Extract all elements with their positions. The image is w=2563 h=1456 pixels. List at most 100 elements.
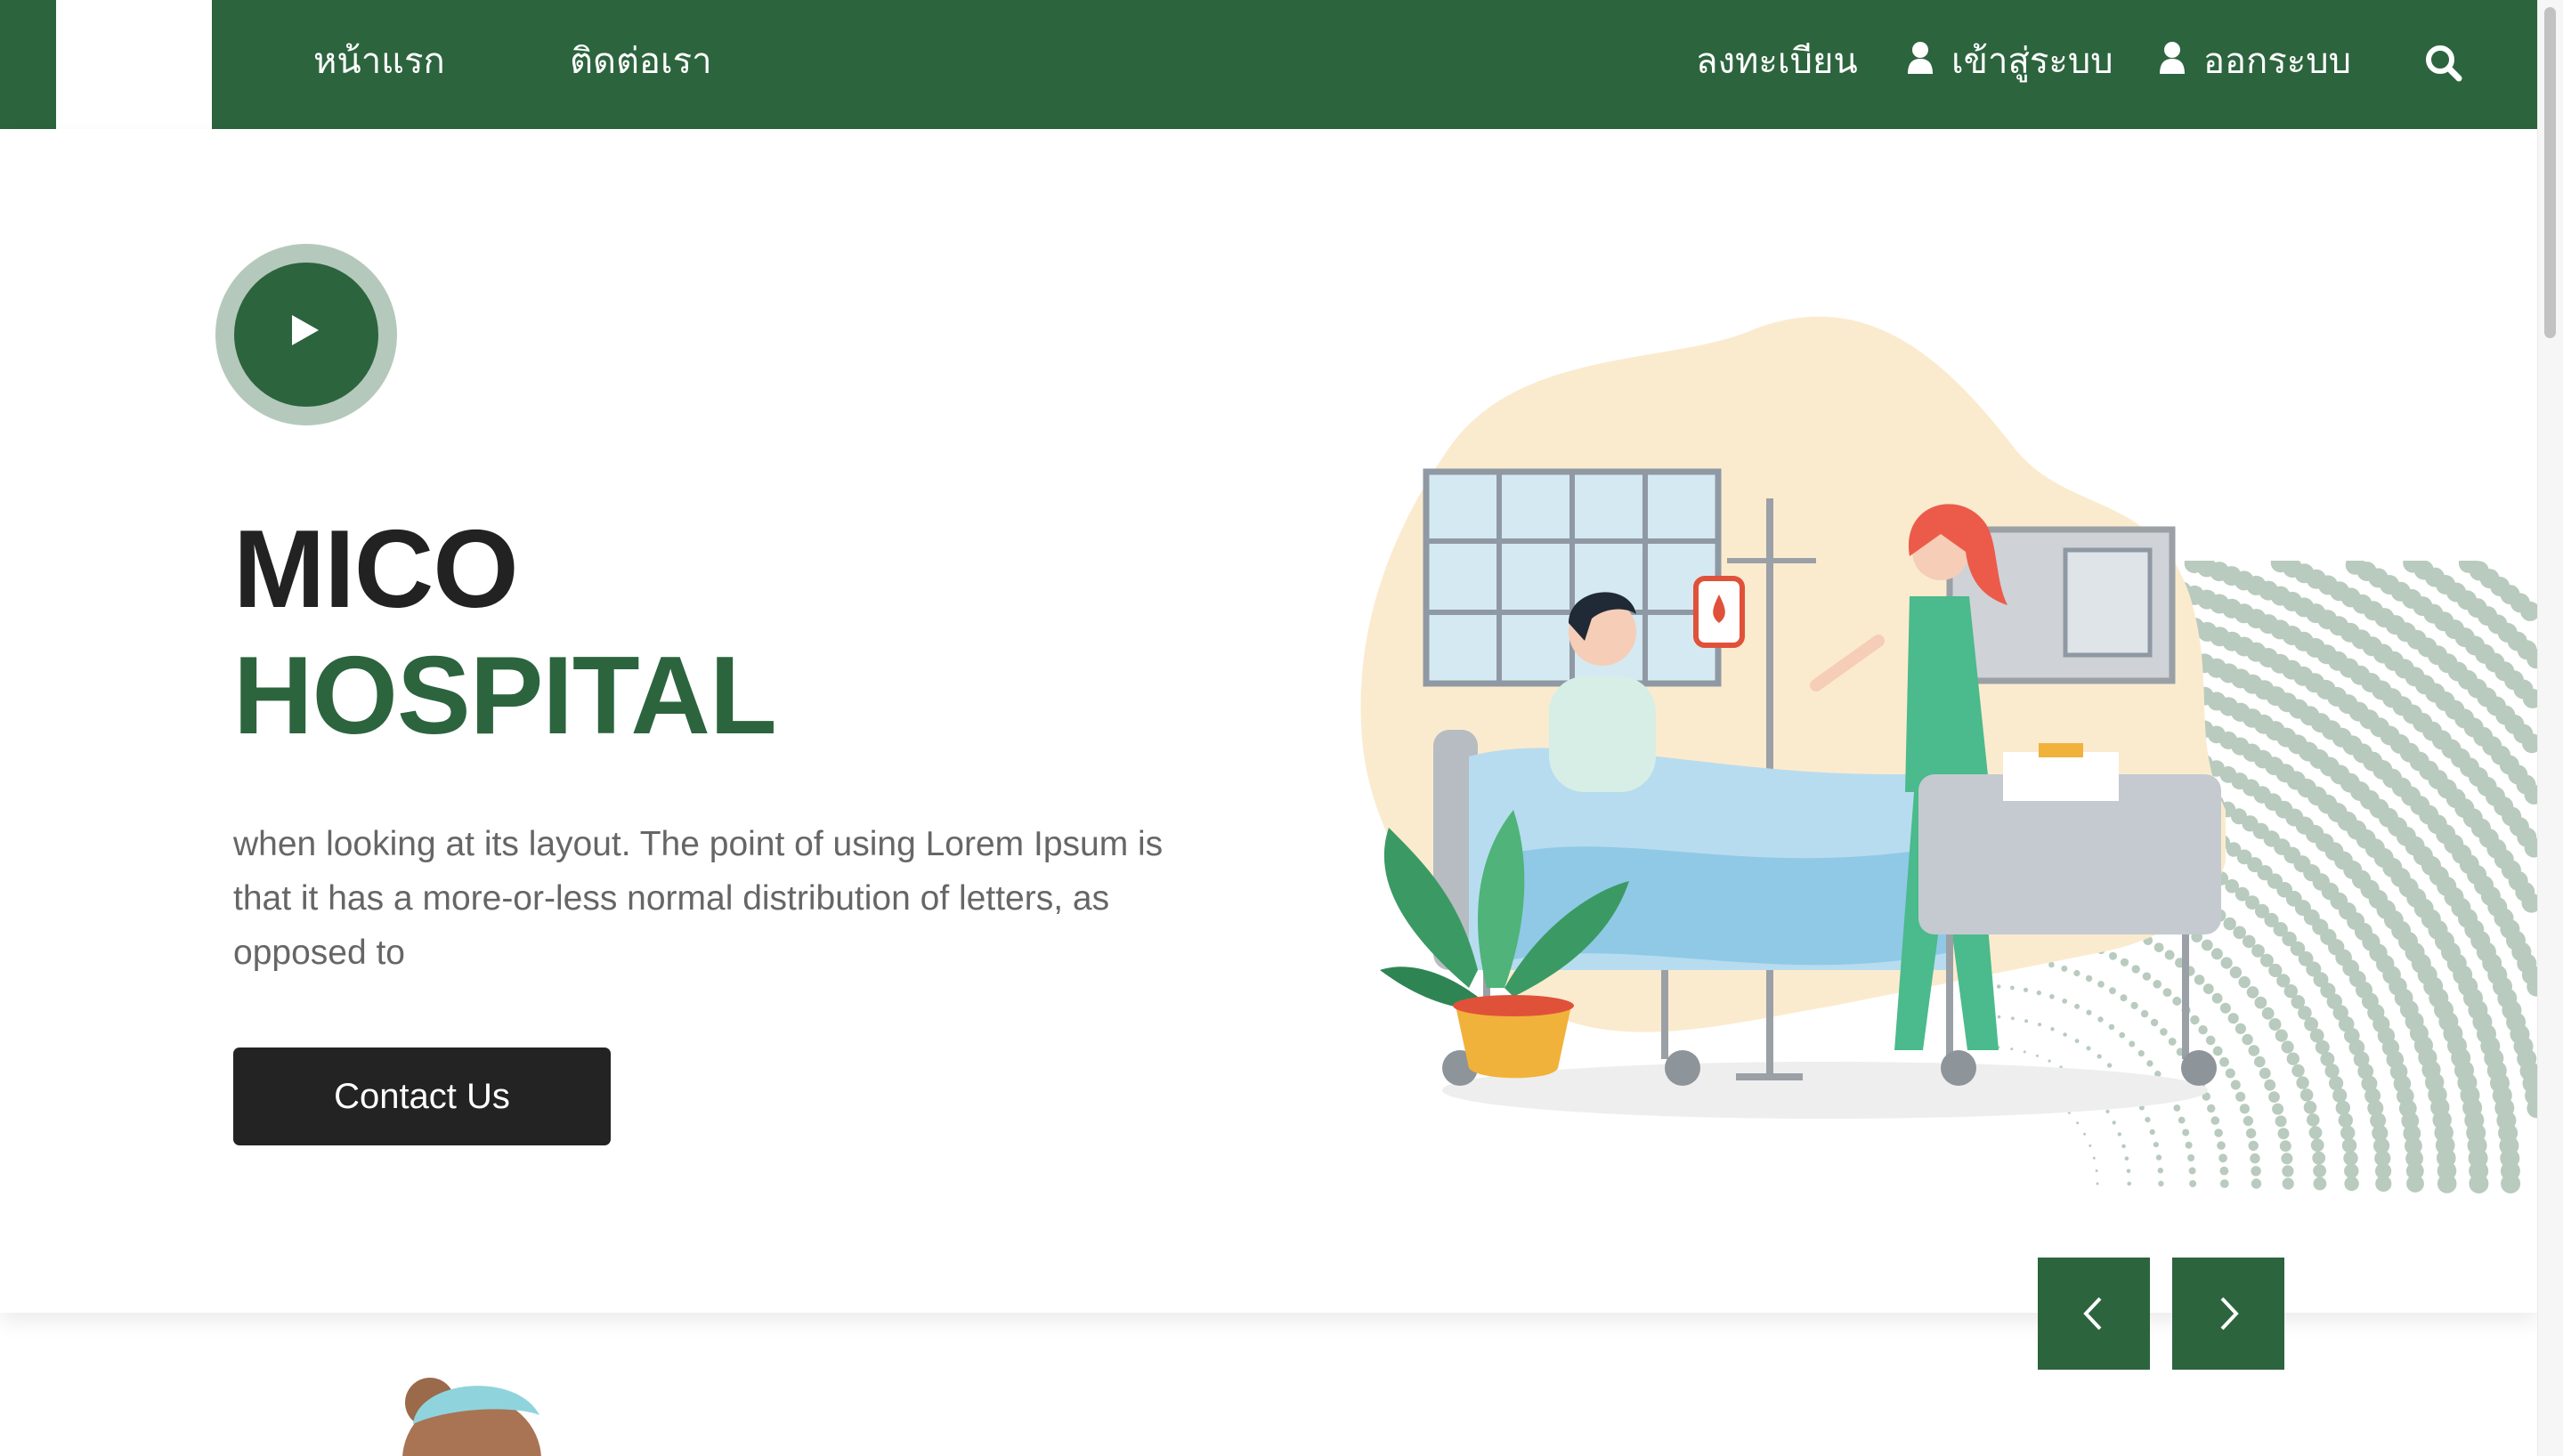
halftone-dot: [2124, 1156, 2129, 1161]
contact-us-button[interactable]: Contact Us: [233, 1048, 611, 1145]
chevron-right-icon: [2220, 1297, 2239, 1331]
chevron-left-icon: [2083, 1297, 2102, 1331]
halftone-dot: [2243, 1115, 2253, 1127]
page-scrollbar-thumb[interactable]: [2544, 7, 2556, 338]
halftone-dot: [2296, 1076, 2309, 1089]
halftone-dot: [2083, 1132, 2087, 1136]
halftone-dot: [2218, 1153, 2227, 1163]
halftone-dot: [2235, 1091, 2246, 1102]
halftone-dot: [2469, 1174, 2489, 1193]
halftone-dot: [2127, 1181, 2131, 1186]
search-icon[interactable]: [2423, 43, 2464, 84]
logout-label: ออกระบบ: [2203, 42, 2352, 81]
halftone-dot: [2227, 1013, 2239, 1024]
halftone-dot: [2219, 1166, 2229, 1176]
hero-title-line1: MICO: [233, 508, 519, 631]
top-navbar: หน้าแรก ติดต่อเรา ลงทะเบียน เข้าสู่ระบบ …: [0, 0, 2537, 129]
hospital-illustration: [1360, 316, 2226, 1119]
halftone-dot: [2245, 1128, 2257, 1139]
halftone-dot: [2275, 1115, 2287, 1128]
halftone-dot: [2264, 1079, 2276, 1091]
halftone-dot: [2217, 1141, 2226, 1150]
halftone-dot: [2299, 1088, 2314, 1102]
nav-link-home[interactable]: หน้าแรก: [313, 39, 445, 84]
slider-next-button[interactable]: [2172, 1258, 2284, 1370]
halftone-dot: [2095, 1169, 2098, 1172]
halftone-dot: [2340, 1125, 2356, 1141]
halftone-dot: [2251, 1178, 2262, 1189]
halftone-dot: [2313, 1177, 2327, 1191]
halftone-dot: [2157, 1168, 2163, 1174]
halftone-dot: [2307, 1113, 2320, 1127]
halftone-dot: [2121, 1144, 2126, 1149]
halftone-dot: [2126, 1169, 2131, 1174]
hero-title-line2: HOSPITAL: [233, 635, 777, 757]
halftone-dot: [2291, 1064, 2305, 1078]
halftone-dot: [2153, 1142, 2159, 1148]
halftone-dot: [2341, 1137, 2357, 1153]
halftone-dot: [2281, 1153, 2293, 1165]
halftone-dot: [2282, 1165, 2294, 1177]
halftone-dot: [2308, 1126, 2323, 1139]
halftone-dot: [2189, 1180, 2197, 1187]
halftone-dot: [2259, 1067, 2271, 1080]
login-label: เข้าสู่ระบบ: [1951, 42, 2113, 81]
halftone-dot: [2501, 1174, 2521, 1193]
halftone-dot: [2187, 1154, 2195, 1161]
halftone-dot: [2335, 1100, 2350, 1115]
halftone-dot: [2344, 1176, 2359, 1192]
halftone-dot: [2254, 1056, 2266, 1068]
halftone-dot: [2324, 1064, 2340, 1079]
halftone-dot: [2239, 1104, 2250, 1114]
halftone-dot: [2092, 1156, 2096, 1160]
halftone-dot: [2096, 1182, 2099, 1185]
nav-link-login[interactable]: เข้าสู่ระบบ: [1907, 39, 2113, 85]
halftone-dot: [2251, 1166, 2261, 1177]
play-icon: [292, 315, 319, 345]
halftone-dot: [2225, 1068, 2235, 1079]
halftone-dot: [2312, 1151, 2326, 1165]
halftone-dot: [2286, 1052, 2299, 1065]
halftone-dot: [2282, 1177, 2294, 1190]
halftone-dot: [2185, 1141, 2193, 1149]
halftone-dot: [2279, 1140, 2291, 1153]
user-icon: [2159, 41, 2186, 85]
user-icon: [1907, 41, 1934, 85]
halftone-dot: [2238, 975, 2251, 989]
halftone-dot: [2303, 1101, 2317, 1114]
halftone-dot: [2313, 1164, 2326, 1177]
nav-link-contact[interactable]: ติดต่อเรา: [570, 39, 712, 84]
halftone-dot: [2344, 1163, 2359, 1178]
nurse-avatar-peek: [402, 1378, 541, 1456]
halftone-dot: [2275, 1029, 2288, 1042]
halftone-dot: [2233, 926, 2246, 940]
halftone-dot: [2248, 1045, 2260, 1056]
nav-link-register[interactable]: ลงทะเบียน: [1696, 39, 1858, 84]
logo-placeholder[interactable]: [56, 0, 212, 129]
halftone-dot: [2250, 1153, 2260, 1164]
halftone-dot: [2343, 1151, 2358, 1166]
play-video-button[interactable]: [215, 244, 397, 425]
halftone-dot: [2248, 1140, 2259, 1152]
nav-link-logout[interactable]: ออกระบบ: [2159, 39, 2351, 85]
halftone-dot: [2268, 1091, 2280, 1103]
halftone-dot: [2272, 1103, 2284, 1115]
halftone-dot: [2242, 1033, 2253, 1046]
halftone-dot: [2329, 1076, 2344, 1091]
halftone-dot: [2235, 1023, 2246, 1034]
halftone-dot: [2243, 934, 2256, 949]
halftone-dot: [2437, 1174, 2457, 1193]
halftone-dot: [2375, 1175, 2392, 1193]
halftone-dot: [2219, 1179, 2229, 1188]
halftone-dot: [2332, 1088, 2348, 1103]
halftone-dot: [2230, 1080, 2241, 1090]
halftone-dot: [2246, 986, 2259, 999]
register-label: ลงทะเบียน: [1696, 42, 1858, 81]
halftone-dot: [2155, 1154, 2162, 1161]
halftone-dot: [2261, 1007, 2275, 1020]
halftone-dot: [2117, 1132, 2121, 1136]
halftone-dot: [2254, 996, 2267, 1009]
halftone-dot: [2158, 1180, 2164, 1187]
slider-prev-button[interactable]: [2038, 1258, 2150, 1370]
halftone-dot: [2268, 1018, 2282, 1031]
